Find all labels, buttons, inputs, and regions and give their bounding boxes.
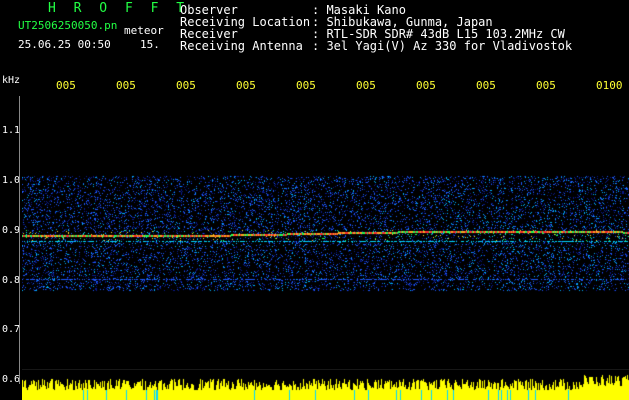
file-name: UT2506250050.pn — [18, 19, 118, 32]
signal-power-strip — [22, 370, 629, 400]
x-tick-label: 005 — [56, 79, 76, 92]
x-tick-label: 005 — [476, 79, 496, 92]
x-tick-label: 0100 — [596, 79, 623, 92]
x-tick-label: 005 — [536, 79, 556, 92]
y-tick-label: 1.0 — [2, 175, 21, 186]
x-tick-label: 005 — [176, 79, 196, 92]
y-tick-label: 0.8 — [2, 275, 21, 286]
antenna-value: : 3el Yagi(V) Az 330 for Vladivostok — [312, 39, 573, 53]
app-title: H R O F F T — [48, 1, 190, 16]
date-time: 25.06.25 00:50 — [18, 38, 111, 51]
y-tick-label: 0.6 — [2, 374, 21, 385]
y-axis-line — [19, 96, 20, 384]
frame-number: 15. — [140, 38, 160, 51]
spectrogram-plot — [22, 96, 629, 382]
meteor-label: meteor — [124, 24, 164, 37]
y-tick-label: 0.7 — [2, 324, 21, 335]
y-tick-label: 1.1 — [2, 125, 21, 136]
x-tick-label: 005 — [416, 79, 436, 92]
x-tick-label: 005 — [116, 79, 136, 92]
antenna-label: Receiving Antenna — [180, 39, 303, 53]
y-tick-label: 0.9 — [2, 225, 21, 236]
x-tick-label: 005 — [296, 79, 316, 92]
y-axis-unit: kHz — [2, 75, 21, 86]
x-tick-label: 005 — [356, 79, 376, 92]
x-tick-label: 005 — [236, 79, 256, 92]
